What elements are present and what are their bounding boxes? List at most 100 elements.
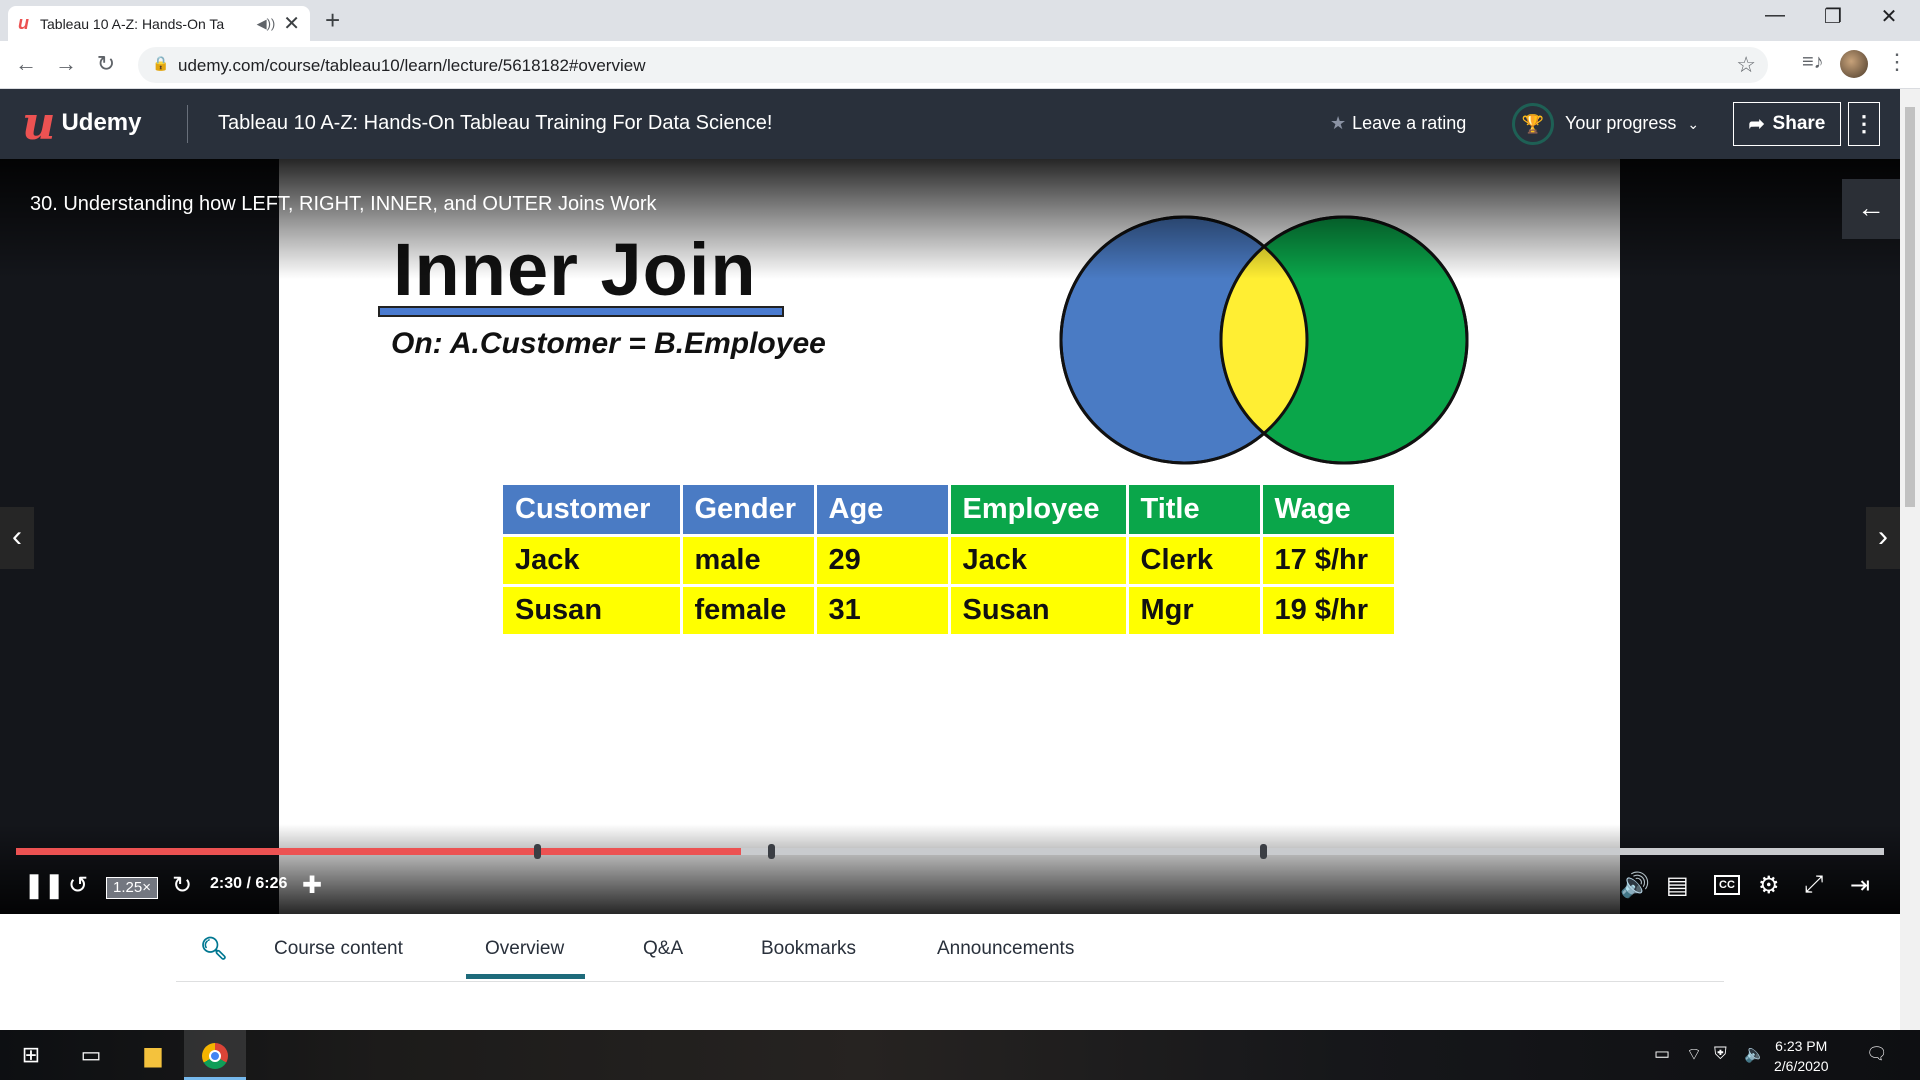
cell-gender: female [681, 585, 817, 637]
tab-title: Tableau 10 A-Z: Hands-On Ta [40, 15, 225, 32]
chevron-down-icon: ⌄ [1687, 116, 1700, 132]
cell-employee: Jack [949, 535, 1129, 587]
course-title[interactable]: Tableau 10 A-Z: Hands-On Tableau Trainin… [218, 112, 772, 135]
wifi-icon[interactable]: ⌔ [1686, 1044, 1702, 1065]
browser-tabstrip: u Tableau 10 A-Z: Hands-On Ta ◀)) ✕ + — … [0, 0, 1920, 41]
task-view-icon[interactable]: ▭ [60, 1030, 122, 1080]
media-control-icon[interactable]: ≡♪ [1802, 51, 1824, 74]
header-title: Title [1127, 485, 1263, 537]
share-arrow-icon: ➦ [1748, 113, 1765, 135]
theater-mode-icon[interactable]: ⇥ [1850, 871, 1870, 900]
battery-icon[interactable]: ▭ [1654, 1044, 1670, 1064]
captions-icon[interactable]: CC [1714, 875, 1740, 895]
chrome-taskbar-icon[interactable] [184, 1030, 246, 1080]
header-age: Age [815, 485, 951, 537]
cell-age: 29 [815, 535, 951, 587]
share-button[interactable]: ➦ Share [1733, 102, 1841, 146]
fullscreen-icon[interactable]: ⤢ [1804, 871, 1823, 899]
windows-start-icon[interactable]: ⊞ [0, 1030, 62, 1080]
player-controls: ❚❚ ↺ 1.25× ↻ 2:30 / 6:26 ✚ 🔊 ▤ CC ⚙ ⤢ ⇥ [0, 867, 1900, 907]
lecture-title: 30. Understanding how LEFT, RIGHT, INNER… [30, 193, 657, 215]
audio-playing-icon[interactable]: ◀)) [257, 16, 276, 32]
pause-icon[interactable]: ❚❚ [24, 871, 64, 900]
udemy-logo[interactable]: u Udemy [22, 100, 142, 146]
scrollbar-thumb[interactable] [1905, 107, 1915, 507]
leave-rating-label: Leave a rating [1352, 113, 1467, 133]
header-wage: Wage [1261, 485, 1397, 537]
more-options-button[interactable]: ⋮ [1848, 102, 1880, 146]
back-icon[interactable]: ← [12, 51, 40, 77]
tab-course-content[interactable]: Course content [274, 938, 403, 960]
settings-gear-icon[interactable]: ⚙ [1758, 871, 1780, 900]
slide-subheading: On: A.Customer = B.Employee [391, 327, 826, 360]
profile-avatar[interactable] [1840, 50, 1868, 78]
close-tab-icon[interactable]: ✕ [283, 11, 300, 36]
udemy-logo-text: Udemy [61, 109, 142, 136]
notifications-icon[interactable]: 🗨 [1866, 1044, 1888, 1064]
cell-customer: Susan [503, 585, 683, 637]
chapter-marker[interactable] [768, 844, 775, 859]
next-lecture-chevron-right-icon[interactable]: › [1866, 507, 1900, 569]
volume-icon[interactable]: 🔊 [1620, 871, 1650, 900]
playback-rate-button[interactable]: 1.25× [106, 877, 158, 899]
leave-rating-button[interactable]: ★ Leave a rating [1330, 113, 1466, 134]
your-progress-dropdown[interactable]: Your progress ⌄ [1565, 113, 1699, 134]
file-explorer-icon[interactable]: ▆ [122, 1030, 184, 1080]
tab-overview[interactable]: Overview [485, 938, 564, 960]
chapter-marker[interactable] [534, 844, 541, 859]
cell-title: Mgr [1127, 585, 1263, 637]
lecture-tabs: 🔍︎ Course content Overview Q&A Bookmarks… [176, 914, 1724, 982]
active-tab-indicator [466, 974, 585, 979]
tab-bookmarks[interactable]: Bookmarks [761, 938, 856, 960]
restore-icon[interactable]: ❐ [1810, 4, 1856, 29]
add-bookmark-icon[interactable]: ✚ [302, 871, 322, 900]
header-divider [187, 105, 188, 143]
security-shield-icon[interactable]: ⛨ [1714, 1044, 1727, 1064]
forward-icon[interactable]: ↻ [172, 871, 192, 900]
previous-lecture-chevron-left-icon[interactable]: ‹ [0, 507, 34, 569]
video-top-gradient [0, 159, 1900, 279]
address-bar[interactable]: 🔒 udemy.com/course/tableau10/learn/lectu… [138, 47, 1768, 83]
share-label: Share [1772, 113, 1826, 134]
cell-title: Clerk [1127, 535, 1263, 587]
lock-icon[interactable]: 🔒 [152, 55, 169, 72]
system-clock[interactable]: 6:23 PM 2/6/2020 [1774, 1036, 1829, 1076]
your-progress-label: Your progress [1565, 113, 1677, 133]
url-text[interactable]: udemy.com/course/tableau10/learn/lecture… [178, 56, 645, 76]
windows-taskbar: ⊞ ▭ ▆ ▭ ⌔ ⛨ 🔈 6:23 PM 2/6/2020 🗨 [0, 1030, 1920, 1080]
header-gender: Gender [681, 485, 817, 537]
seek-bar[interactable] [16, 844, 1884, 859]
forward-icon[interactable]: → [52, 51, 80, 77]
cell-employee: Susan [949, 585, 1129, 637]
trophy-icon[interactable]: 🏆 [1512, 103, 1554, 145]
header-employee: Employee [949, 485, 1129, 537]
close-window-icon[interactable]: ✕ [1866, 4, 1912, 29]
video-player[interactable]: Inner Join On: A.Customer = B.Employee C… [0, 159, 1900, 914]
expand-sidebar-arrow-icon[interactable]: ← [1842, 179, 1900, 239]
heading-underline [378, 306, 784, 317]
reload-icon[interactable]: ↻ [92, 51, 120, 77]
rewind-icon[interactable]: ↺ [68, 871, 88, 900]
bookmark-star-icon[interactable]: ☆ [1736, 52, 1756, 78]
table-header-row: Customer Gender Age Employee Title Wage [503, 485, 1397, 537]
cell-wage: 17 $/hr [1261, 535, 1397, 587]
search-icon[interactable]: 🔍︎ [200, 936, 228, 962]
page-scrollbar[interactable] [1900, 89, 1920, 1030]
table-row: Jack male 29 Jack Clerk 17 $/hr [503, 535, 1397, 587]
chapter-marker[interactable] [1260, 844, 1267, 859]
transcript-icon[interactable]: ▤ [1666, 871, 1689, 900]
cell-gender: male [681, 535, 817, 587]
tab-announcements[interactable]: Announcements [937, 938, 1074, 960]
inner-join-table: Customer Gender Age Employee Title Wage … [503, 485, 1397, 637]
tab-qa[interactable]: Q&A [643, 938, 683, 960]
browser-tab[interactable]: u Tableau 10 A-Z: Hands-On Ta ◀)) ✕ [8, 6, 310, 41]
minimize-icon[interactable]: — [1752, 4, 1798, 27]
clock-date: 2/6/2020 [1774, 1058, 1829, 1074]
browser-toolbar: ← → ↻ 🔒 udemy.com/course/tableau10/learn… [0, 41, 1920, 89]
new-tab-icon[interactable]: + [325, 5, 340, 36]
browser-menu-icon[interactable]: ⋮ [1886, 49, 1908, 75]
speaker-icon[interactable]: 🔈 [1744, 1044, 1765, 1064]
star-icon: ★ [1330, 113, 1347, 133]
clock-time: 6:23 PM [1775, 1038, 1828, 1054]
time-display: 2:30 / 6:26 [210, 875, 288, 892]
